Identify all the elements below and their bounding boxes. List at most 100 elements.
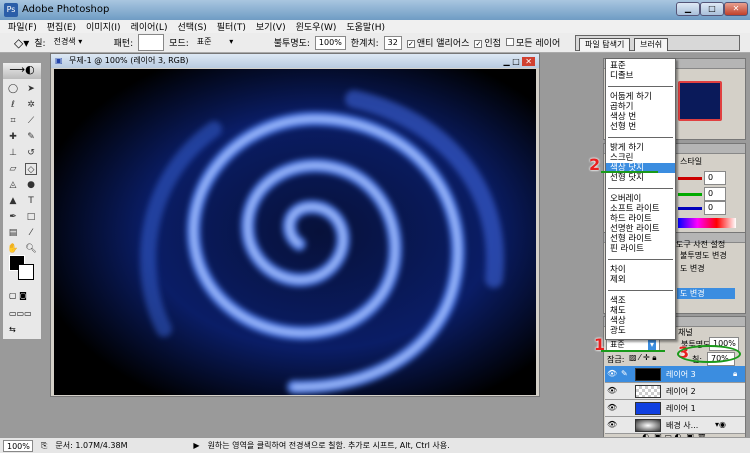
type-tool-icon[interactable]: T [25, 195, 37, 207]
layer-row[interactable]: 👁︎ 배경 사... ▾◉ [605, 417, 745, 434]
navigator-thumbnail[interactable] [678, 81, 722, 121]
zoom-input[interactable]: 100% [3, 439, 33, 452]
menu-edit[interactable]: 편집(E) [47, 20, 76, 33]
eye-icon[interactable]: 👁︎ [607, 386, 617, 396]
blue-slider[interactable] [678, 207, 702, 210]
menu-layer[interactable]: 레이어(L) [131, 20, 168, 33]
quick-mask-icons[interactable]: ▢ ◙ [9, 291, 35, 301]
doc-info-icon[interactable]: ⎘ [41, 441, 47, 451]
mode-select[interactable]: 표준 ▾ [194, 36, 269, 50]
green-slider[interactable] [678, 193, 702, 196]
background-color[interactable] [18, 264, 34, 280]
hand-tool-icon[interactable]: ✋ [7, 243, 19, 255]
blue-input[interactable]: 0 [704, 201, 726, 215]
layer-name[interactable]: 레이어 3 [666, 369, 696, 380]
red-input[interactable]: 0 [704, 171, 726, 185]
tab-tool-presets[interactable]: 도구 사전 설정 [676, 239, 725, 250]
lock-icons[interactable]: ▨ ⁄ ✛ 🔒︎ [629, 353, 656, 363]
screen-mode-icons[interactable]: ▭▭▭ [9, 309, 39, 319]
magic-wand-icon[interactable]: ✲ [25, 99, 37, 111]
notes-tool-icon[interactable]: ▤ [7, 227, 19, 239]
tolerance-input[interactable]: 32 [383, 35, 402, 50]
path-select-icon[interactable]: ▲ [7, 195, 19, 207]
layer-name[interactable]: 레이어 1 [666, 403, 696, 414]
contiguous-checkbox[interactable]: ✓ 인접 [474, 36, 501, 49]
menu-view[interactable]: 보기(V) [256, 20, 286, 33]
menu-filter[interactable]: 필터(T) [217, 20, 246, 33]
canvas[interactable] [54, 69, 536, 395]
blend-mode-item[interactable]: 표준 [606, 61, 675, 71]
menu-help[interactable]: 도움말(H) [346, 20, 385, 33]
slice-tool-icon[interactable]: ⟋ [25, 115, 37, 127]
history-item-selected[interactable]: 도 변경 [677, 288, 735, 299]
blend-mode-item[interactable]: 선형 닷지 [606, 173, 675, 183]
healing-brush-icon[interactable]: ✚ [7, 131, 19, 143]
stamp-tool-icon[interactable]: ⊥ [7, 147, 19, 159]
blend-mode-item[interactable]: 스크린 [606, 153, 675, 163]
menu-image[interactable]: 이미지(I) [86, 20, 121, 33]
eye-icon[interactable]: 👁︎ [607, 403, 617, 413]
document-window-controls[interactable]: ▁ □ ✕ [504, 55, 535, 69]
dodge-tool-icon[interactable]: ● [25, 179, 37, 191]
brush-tool-icon[interactable]: ✎ [25, 131, 37, 143]
blend-mode-item[interactable]: 차이 [606, 265, 675, 275]
history-item[interactable]: 도 변경 [680, 263, 705, 274]
eye-icon[interactable]: 👁︎ [607, 420, 617, 430]
eye-icon[interactable]: 👁︎ [607, 369, 617, 379]
menu-select[interactable]: 선택(S) [177, 20, 206, 33]
blend-mode-item[interactable]: 밝게 하기 [606, 143, 675, 153]
blend-mode-item[interactable]: 색상 [606, 316, 675, 326]
blend-mode-item[interactable]: 선명한 라이트 [606, 224, 675, 234]
layer-row[interactable]: 👁︎ 레이어 1 [605, 400, 745, 417]
blend-mode-item[interactable]: 광도 [606, 326, 675, 336]
layer-name[interactable]: 배경 사... [666, 420, 698, 431]
antialias-checkbox[interactable]: ✓ 앤티 앨리어스 [406, 36, 469, 49]
green-input[interactable]: 0 [704, 187, 726, 201]
blend-mode-item[interactable]: 어둡게 하기 [606, 92, 675, 102]
adobe-logo-icon[interactable]: ⟶◐ [3, 63, 41, 79]
play-arrow-icon[interactable]: ▶ [193, 441, 199, 450]
history-item[interactable]: 불투명도 변경 [680, 250, 727, 261]
pattern-picker[interactable] [138, 34, 165, 51]
tab-channels[interactable]: 채널 [678, 327, 693, 338]
layer-name[interactable]: 레이어 2 [666, 386, 696, 397]
minimize-button[interactable]: ▁ [676, 2, 700, 16]
blend-mode-item[interactable]: 채도 [606, 306, 675, 316]
blend-mode-item[interactable]: 제외 [606, 275, 675, 285]
red-slider[interactable] [678, 177, 702, 180]
blend-mode-item[interactable]: 선형 번 [606, 122, 675, 132]
marquee-tool-icon[interactable]: ◯ [7, 83, 19, 95]
paint-bucket-icon[interactable]: ◇▾ [14, 36, 29, 50]
menu-window[interactable]: 윈도우(W) [296, 20, 337, 33]
history-brush-icon[interactable]: ↺ [25, 147, 37, 159]
blend-mode-item[interactable]: 색조 [606, 296, 675, 306]
blend-mode-item[interactable]: 핀 라이트 [606, 244, 675, 254]
tab-styles[interactable]: 스타일 [680, 156, 702, 167]
opacity-input[interactable]: 100% [314, 35, 346, 50]
blend-mode-item[interactable]: 하드 라이트 [606, 214, 675, 224]
layer-row-selected[interactable]: 👁︎ ✎ 레이어 3 🔒︎ [605, 366, 745, 383]
blend-mode-item[interactable]: 디졸브 [606, 71, 675, 81]
move-tool-icon[interactable]: ➤ [25, 83, 37, 95]
blend-mode-item[interactable]: 소프트 라이트 [606, 204, 675, 214]
fill-select[interactable]: 전경색 ▾ [51, 36, 109, 50]
paint-bucket-tool-icon[interactable]: ◇ [25, 163, 37, 175]
color-ramp[interactable] [678, 218, 736, 228]
blend-mode-item[interactable]: 곱하기 [606, 102, 675, 112]
layer-row[interactable]: 👁︎ 레이어 2 [605, 383, 745, 400]
blend-mode-item[interactable]: 색상 번 [606, 112, 675, 122]
all-layers-checkbox[interactable]: 모든 레이어 [505, 36, 560, 49]
tab-file-browser[interactable]: 파일 탐색기 [579, 38, 631, 51]
eyedropper-icon[interactable]: ⁄ [25, 227, 37, 239]
shape-tool-icon[interactable]: □ [25, 211, 37, 223]
zoom-tool-icon[interactable]: 🔍︎ [25, 243, 37, 255]
blur-tool-icon[interactable]: ◬ [7, 179, 19, 191]
blend-mode-item[interactable]: 선형 라이트 [606, 234, 675, 244]
lasso-tool-icon[interactable]: ℓ [7, 99, 19, 111]
maximize-button[interactable]: □ [700, 2, 724, 16]
imageready-icon[interactable]: ⇆ [9, 325, 35, 335]
blend-mode-item[interactable]: 오버레이 [606, 194, 675, 204]
tab-brushes[interactable]: 브러쉬 [634, 38, 669, 51]
crop-tool-icon[interactable]: ⌗ [7, 115, 19, 127]
eraser-tool-icon[interactable]: ▱ [7, 163, 19, 175]
